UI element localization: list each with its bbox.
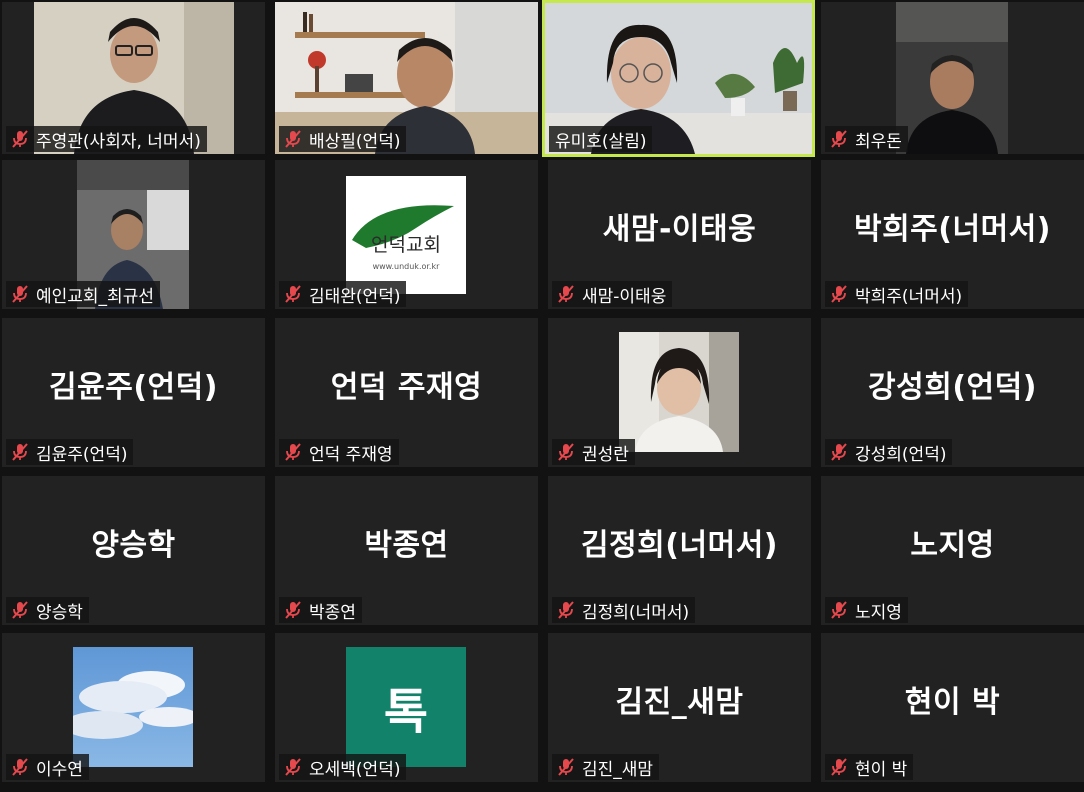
participant-name: 노지영: [855, 602, 902, 623]
participant-name: 박희주(너머서): [855, 286, 963, 307]
participant-nametag: 오세백(언덕): [279, 754, 407, 780]
participant-name: 권성란: [582, 444, 629, 465]
mic-muted-icon: [558, 443, 574, 461]
participant-nametag: 양승학: [6, 597, 89, 623]
participant-display-name: 김윤주(언덕): [49, 369, 218, 405]
participant-display-name: 박희주(너머서): [853, 211, 1052, 247]
participant-tile[interactable]: 김윤주(언덕) 김윤주(언덕): [2, 318, 265, 467]
participant-nametag: 노지영: [825, 597, 908, 623]
participant-nametag: 예인교회_최규선: [6, 281, 160, 307]
participant-name: 양승학: [36, 602, 83, 623]
participant-tile[interactable]: 강성희(언덕) 강성희(언덕): [821, 318, 1084, 467]
logo-url: www.unduk.or.kr: [372, 262, 440, 271]
participant-name: 유미호(살림): [555, 131, 647, 152]
participant-tile-active-speaker[interactable]: 유미호(살림): [542, 0, 815, 157]
mic-muted-icon: [831, 130, 847, 148]
participant-name: 예인교회_최규선: [36, 286, 154, 307]
profile-picture: 언덕교회 www.unduk.or.kr: [346, 176, 466, 294]
participant-nametag: 최우돈: [825, 126, 908, 152]
participant-name: 강성희(언덕): [855, 444, 947, 465]
participant-tile[interactable]: 언덕교회 www.unduk.or.kr 김태완(언덕): [275, 160, 538, 309]
participant-video: [896, 2, 1008, 154]
profile-picture: [73, 647, 193, 767]
participant-name: 주영관(사회자, 너머서): [36, 131, 201, 152]
participant-nametag: 김진_새맘: [552, 754, 660, 780]
participant-nametag: 강성희(언덕): [825, 439, 953, 465]
participant-name: 김정희(너머서): [582, 602, 690, 623]
mic-muted-icon: [285, 758, 301, 776]
mic-muted-icon: [285, 601, 301, 619]
participant-display-name: 양승학: [91, 527, 176, 563]
mic-muted-icon: [12, 443, 28, 461]
mic-muted-icon: [831, 758, 847, 776]
gallery-view: 주영관(사회자, 너머서) 배상필(언덕) 유미호(살림) 최우돈 예인교회_최…: [0, 0, 1084, 792]
logo-text: 언덕교회: [371, 234, 441, 256]
participant-name: 김태완(언덕): [309, 286, 401, 307]
participant-nametag: 현이 박: [825, 754, 914, 780]
participant-display-name: 현이 박: [904, 684, 1001, 720]
mic-muted-icon: [12, 130, 28, 148]
participant-nametag: 박종연: [279, 597, 362, 623]
participant-name: 이수연: [36, 759, 83, 780]
participant-display-name: 강성희(언덕): [868, 369, 1037, 405]
participant-display-name: 언덕 주재영: [330, 369, 483, 405]
participant-nametag: 언덕 주재영: [279, 439, 399, 465]
mic-muted-icon: [12, 758, 28, 776]
profile-picture: [619, 332, 739, 452]
participant-nametag: 주영관(사회자, 너머서): [6, 126, 207, 152]
participant-tile[interactable]: 주영관(사회자, 너머서): [2, 2, 265, 154]
participant-nametag: 김태완(언덕): [279, 281, 407, 307]
mic-muted-icon: [831, 285, 847, 303]
participant-name: 현이 박: [855, 759, 908, 780]
mic-muted-icon: [558, 758, 574, 776]
participant-display-name: 새맘-이태웅: [602, 211, 757, 247]
participant-tile[interactable]: 김진_새맘 김진_새맘: [548, 633, 811, 782]
participant-tile[interactable]: 박종연 박종연: [275, 476, 538, 625]
participant-tile[interactable]: 이수연: [2, 633, 265, 782]
participant-tile[interactable]: 배상필(언덕): [275, 2, 538, 154]
participant-tile[interactable]: 노지영 노지영: [821, 476, 1084, 625]
participant-tile[interactable]: 권성란: [548, 318, 811, 467]
participant-name: 오세백(언덕): [309, 759, 401, 780]
participant-name: 김진_새맘: [582, 759, 654, 780]
participant-tile[interactable]: 현이 박 현이 박: [821, 633, 1084, 782]
mic-muted-icon: [285, 443, 301, 461]
mic-muted-icon: [12, 601, 28, 619]
participant-nametag: 새맘-이태웅: [552, 281, 673, 307]
participant-name: 최우돈: [855, 131, 902, 152]
participant-tile[interactable]: 새맘-이태웅 새맘-이태웅: [548, 160, 811, 309]
participant-tile[interactable]: 최우돈: [821, 2, 1084, 154]
participant-nametag: 유미호(살림): [549, 126, 653, 152]
participant-display-name: 김진_새맘: [615, 684, 744, 720]
participant-name: 김윤주(언덕): [36, 444, 128, 465]
participant-name: 언덕 주재영: [309, 444, 393, 465]
participant-name: 박종연: [309, 602, 356, 623]
participant-tile[interactable]: 김정희(너머서) 김정희(너머서): [548, 476, 811, 625]
participant-display-name: 박종연: [364, 527, 449, 563]
participant-nametag: 권성란: [552, 439, 635, 465]
participant-nametag: 이수연: [6, 754, 89, 780]
participant-nametag: 김윤주(언덕): [6, 439, 134, 465]
mic-muted-icon: [831, 443, 847, 461]
participant-name: 새맘-이태웅: [582, 286, 667, 307]
participant-tile[interactable]: 박희주(너머서) 박희주(너머서): [821, 160, 1084, 309]
participant-nametag: 박희주(너머서): [825, 281, 969, 307]
mic-muted-icon: [831, 601, 847, 619]
avatar-letter: 톡: [383, 684, 429, 740]
participant-display-name: 김정희(너머서): [580, 527, 779, 563]
mic-muted-icon: [558, 601, 574, 619]
participant-nametag: 배상필(언덕): [279, 126, 407, 152]
participant-tile[interactable]: 언덕 주재영 언덕 주재영: [275, 318, 538, 467]
participant-tile[interactable]: 양승학 양승학: [2, 476, 265, 625]
mic-muted-icon: [285, 130, 301, 148]
mic-muted-icon: [12, 285, 28, 303]
participant-tile[interactable]: 예인교회_최규선: [2, 160, 265, 309]
participant-nametag: 김정희(너머서): [552, 597, 696, 623]
participant-tile[interactable]: 톡 오세백(언덕): [275, 633, 538, 782]
profile-picture: 톡: [346, 647, 466, 767]
mic-muted-icon: [558, 285, 574, 303]
participant-name: 배상필(언덕): [309, 131, 401, 152]
mic-muted-icon: [285, 285, 301, 303]
participant-display-name: 노지영: [910, 527, 995, 563]
